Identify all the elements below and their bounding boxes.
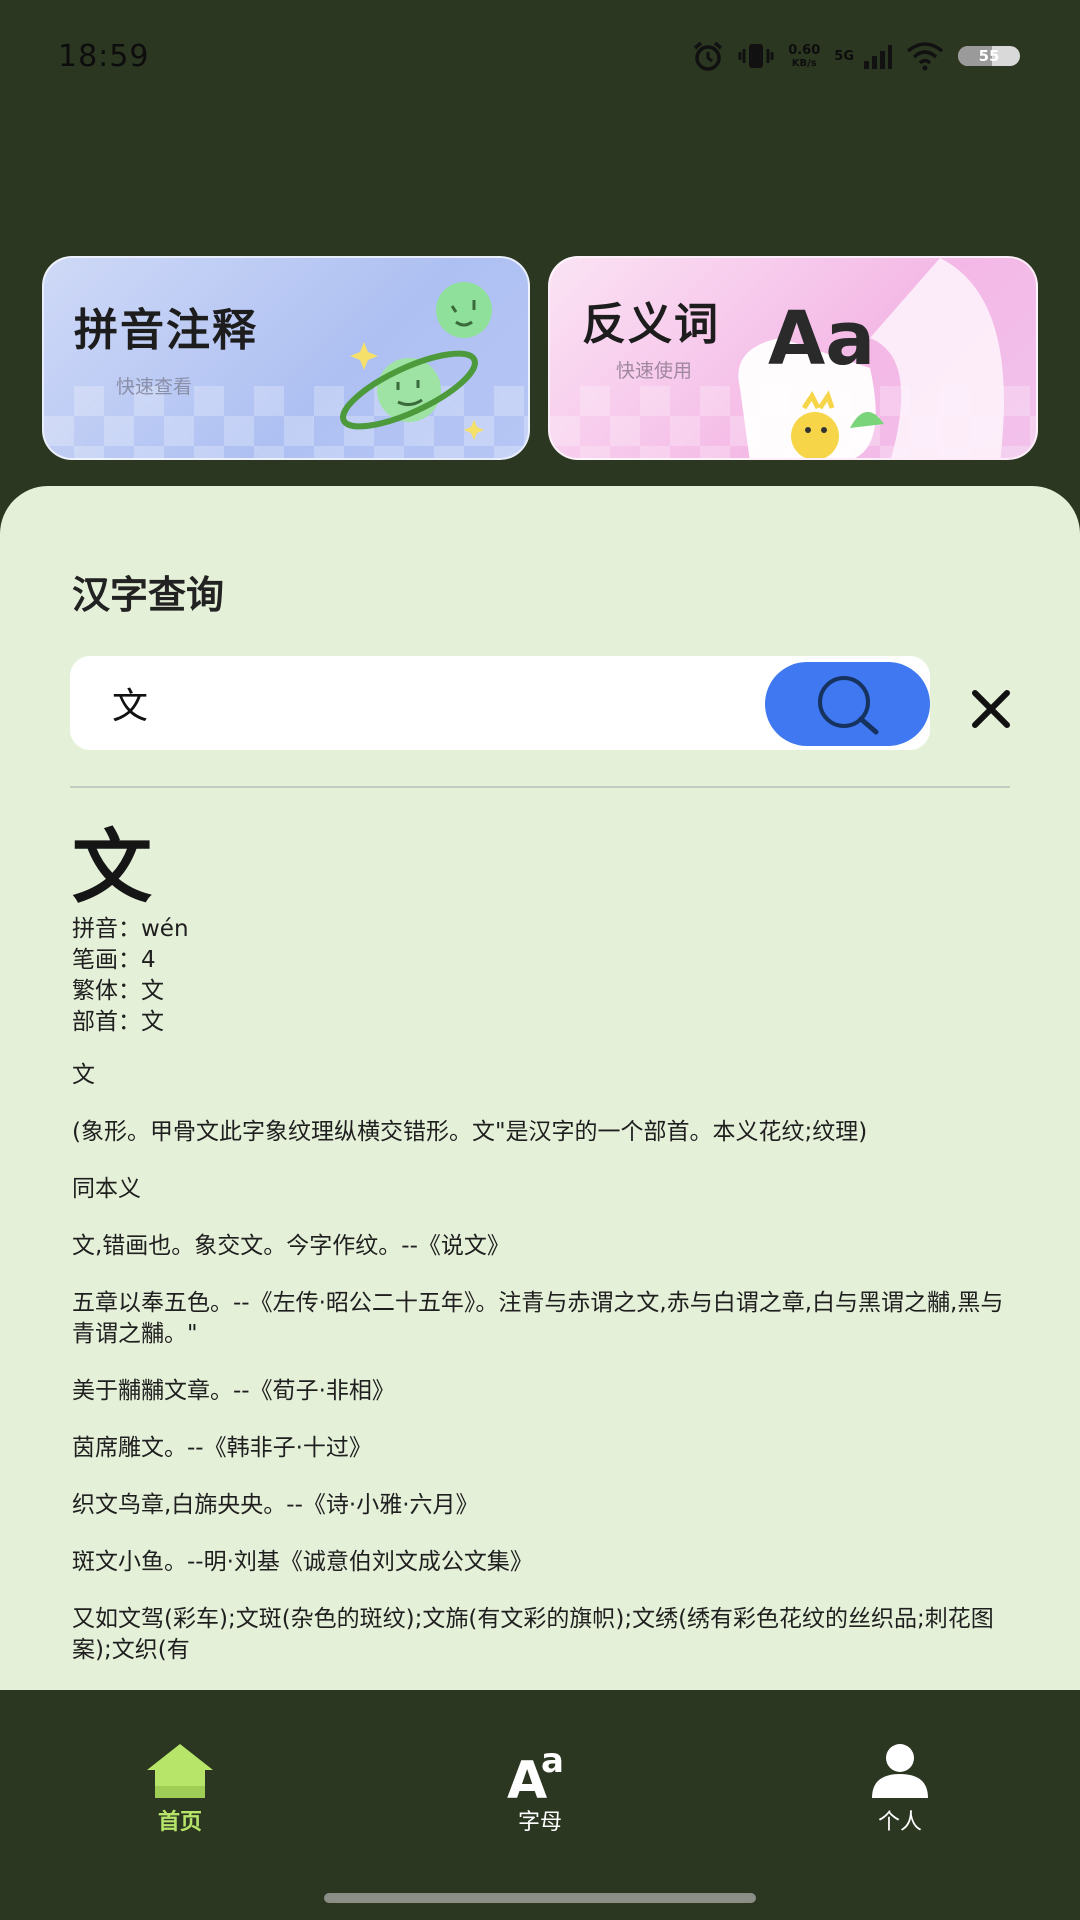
result-character: 文 (72, 821, 152, 914)
antonym-card-subtitle: 快速使用 (616, 360, 693, 382)
definition-item: 织文鸟章,白旆央央。--《诗·小雅·六月》 (72, 1492, 479, 1518)
nav-letters[interactable]: A a 字母 (460, 1742, 620, 1836)
search-button[interactable] (765, 662, 930, 746)
pinyin-card-subtitle: 快速查看 (116, 376, 193, 398)
divider (70, 786, 1010, 788)
nav-home[interactable]: 首页 (100, 1742, 260, 1836)
antonym-card[interactable]: 反义词 快速使用 Aa (548, 256, 1038, 460)
search-input[interactable] (112, 676, 752, 730)
status-icons: 0.60 KB/s 5G 55 (692, 41, 1020, 71)
home-indicator[interactable] (324, 1893, 756, 1903)
bottom-nav: 首页 A a 字母 个人 (0, 1690, 1080, 1920)
definition-item: 文 (72, 1062, 95, 1088)
letters-icon: A a (507, 1742, 564, 1800)
definition-list: 文 (象形。甲骨文此字象纹理纵横交错形。文"是汉字的一个部首。本义花纹;纹理) … (72, 1060, 1022, 1666)
search-icon (817, 676, 878, 735)
planet-illustration-icon (340, 282, 492, 440)
definition-item: 五章以奉五色。--《左传·昭公二十五年》。注青与赤谓之文,赤与白谓之章,白与黑谓… (72, 1290, 1004, 1347)
clear-button[interactable] (966, 684, 1016, 734)
lookup-result: 文 拼音：wén 笔画：4 繁体：文 部首：文 文 (象形。甲骨文此字象纹理纵横… (72, 826, 1022, 1690)
person-icon (872, 1744, 928, 1798)
lookup-title: 汉字查询 (72, 573, 225, 617)
antonym-badge: Aa (768, 296, 876, 382)
close-icon (972, 690, 1010, 728)
result-attributes: 拼音：wén 笔画：4 繁体：文 部首：文 (72, 914, 1022, 1038)
home-icon (147, 1744, 213, 1798)
definition-item: 美于黼黼文章。--《荀子·非相》 (72, 1378, 395, 1404)
net-speed: 0.60 KB/s (788, 42, 821, 69)
alarm-icon (694, 41, 723, 71)
network-type: 5G (834, 48, 854, 64)
signal-icon (864, 45, 892, 69)
nav-me-label: 个人 (877, 1810, 922, 1835)
battery-indicator: 55 (958, 46, 1020, 66)
definition-item: 茵席雕文。--《韩非子·十过》 (72, 1435, 372, 1461)
definition-item: (象形。甲骨文此字象纹理纵横交错形。文"是汉字的一个部首。本义花纹;纹理) (72, 1119, 868, 1145)
status-time: 18:59 (58, 38, 150, 74)
vibrate-icon (738, 44, 774, 68)
definition-item: 斑文小鱼。--明·刘基《诚意伯刘文成公文集》 (72, 1549, 533, 1575)
nav-me[interactable]: 个人 (820, 1742, 980, 1836)
nav-letters-label: 字母 (517, 1810, 562, 1835)
pinyin-card-title: 拼音注释 (74, 305, 258, 356)
definition-item: 同本义 (72, 1176, 141, 1202)
attr-traditional: 繁体：文 (72, 978, 164, 1004)
wifi-icon (906, 42, 944, 71)
lookup-panel: 汉字查询 文 拼音：wén 笔画：4 繁体：文 部首：文 文 (象形。甲骨文此字… (0, 486, 1080, 1690)
search-box (70, 656, 930, 750)
nav-home-label: 首页 (157, 1810, 202, 1835)
status-bar: 18:59 0.60 KB/s 5G 55 (0, 0, 1080, 112)
antonym-card-title: 反义词 (582, 299, 720, 350)
definition-item: 又如文驾(彩车);文斑(杂色的斑纹);文旆(有文彩的旗帜);文绣(绣有彩色花纹的… (72, 1606, 994, 1663)
svg-text:a: a (541, 1742, 564, 1781)
pinyin-card[interactable]: 拼音注释 快速查看 (42, 256, 530, 460)
attr-radical: 部首：文 (72, 1009, 164, 1035)
attr-pinyin: 拼音：wén (72, 916, 189, 942)
definition-item: 文,错画也。象交文。今字作纹。--《说文》 (72, 1233, 510, 1259)
attr-strokes: 笔画：4 (72, 947, 156, 973)
